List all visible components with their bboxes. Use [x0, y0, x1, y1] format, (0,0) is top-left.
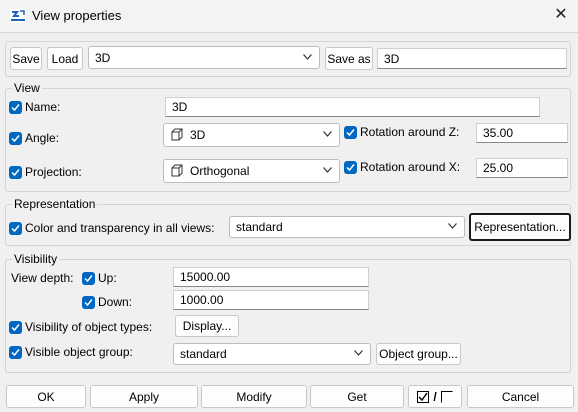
- down-field[interactable]: 1000.00: [173, 290, 369, 310]
- rotation-z-label: Rotation around Z:: [360, 125, 460, 139]
- object-types-checkbox[interactable]: [9, 321, 22, 334]
- projection-checkbox[interactable]: [9, 166, 22, 179]
- load-button[interactable]: Load: [47, 47, 83, 70]
- down-label: Down:: [98, 295, 133, 309]
- cancel-button[interactable]: Cancel: [467, 385, 574, 408]
- apply-button[interactable]: Apply: [90, 385, 198, 408]
- checkmark-icon: [11, 135, 20, 143]
- color-transparency-label: Color and transparency in all views:: [25, 221, 215, 235]
- up-label: Up:: [98, 271, 117, 285]
- projection-label: Projection:: [25, 165, 82, 179]
- down-checkbox[interactable]: [82, 296, 95, 309]
- checkmark-icon: [84, 275, 93, 283]
- ok-button[interactable]: OK: [6, 385, 86, 408]
- visibility-group-title: Visibility: [12, 252, 60, 266]
- checkmark-icon: [84, 299, 93, 307]
- view-depth-label: View depth:: [11, 271, 74, 285]
- modify-button[interactable]: Modify: [201, 385, 307, 408]
- object-group-select[interactable]: standard: [173, 343, 371, 365]
- preset-select[interactable]: 3D: [88, 46, 320, 69]
- object-group-value: standard: [180, 347, 227, 361]
- rotation-z-field[interactable]: 35.00: [476, 123, 568, 143]
- up-field[interactable]: 15000.00: [173, 267, 369, 287]
- name-label: Name:: [25, 100, 61, 114]
- up-checkbox[interactable]: [82, 272, 95, 285]
- chevron-down-icon: [354, 350, 363, 356]
- display-button[interactable]: Display...: [175, 315, 239, 337]
- color-transparency-value: standard: [236, 220, 283, 234]
- object-group-label: Visible object group:: [25, 345, 133, 359]
- window-title: View properties: [32, 8, 122, 23]
- object-group-button[interactable]: Object group...: [376, 343, 461, 365]
- checkmark-icon: [346, 164, 355, 172]
- checkmark-icon: [346, 129, 355, 137]
- close-icon[interactable]: ✕: [552, 6, 570, 24]
- color-transparency-select[interactable]: standard: [229, 216, 465, 238]
- rotation-x-checkbox[interactable]: [344, 161, 357, 174]
- angle-select-value: 3D: [190, 128, 206, 142]
- name-field[interactable]: 3D: [165, 97, 540, 117]
- chevron-down-icon: [448, 223, 457, 229]
- projection-select-value: Orthogonal: [190, 164, 250, 178]
- representation-group-title: Representation: [12, 197, 98, 211]
- object-types-label: Visibility of object types:: [25, 320, 153, 334]
- rotation-x-field[interactable]: 25.00: [476, 158, 568, 178]
- app-icon: [10, 9, 26, 23]
- name-checkbox[interactable]: [9, 101, 22, 114]
- save-as-field[interactable]: 3D: [377, 48, 567, 69]
- representation-button[interactable]: Representation...: [469, 213, 571, 241]
- save-button[interactable]: Save: [10, 47, 42, 70]
- unchecked-box-icon: [440, 390, 453, 402]
- chevron-down-icon: [303, 53, 312, 60]
- toggle-separator: /: [433, 389, 437, 404]
- checkmark-icon: [11, 349, 20, 357]
- save-as-button[interactable]: Save as: [325, 47, 373, 70]
- cube-icon: [171, 164, 183, 177]
- rotation-z-checkbox[interactable]: [344, 126, 357, 139]
- toggle-all-button[interactable]: /: [408, 385, 462, 408]
- projection-select[interactable]: Orthogonal: [163, 159, 340, 183]
- color-transparency-checkbox[interactable]: [9, 222, 22, 235]
- cube-icon: [171, 128, 183, 141]
- rotation-x-label: Rotation around X:: [360, 160, 461, 174]
- checked-box-icon: [417, 390, 430, 403]
- chevron-down-icon: [323, 167, 332, 173]
- checkmark-icon: [11, 225, 20, 233]
- checkmark-icon: [11, 104, 20, 112]
- checkmark-icon: [11, 169, 20, 177]
- angle-checkbox[interactable]: [9, 132, 22, 145]
- title-separator: [0, 32, 578, 33]
- get-button[interactable]: Get: [310, 385, 404, 408]
- angle-label: Angle:: [25, 131, 60, 145]
- view-group-title: View: [12, 81, 42, 95]
- checkmark-icon: [11, 324, 20, 332]
- object-group-checkbox[interactable]: [9, 346, 22, 359]
- chevron-down-icon: [323, 131, 332, 137]
- preset-select-value: 3D: [95, 50, 111, 65]
- angle-select[interactable]: 3D: [163, 123, 340, 147]
